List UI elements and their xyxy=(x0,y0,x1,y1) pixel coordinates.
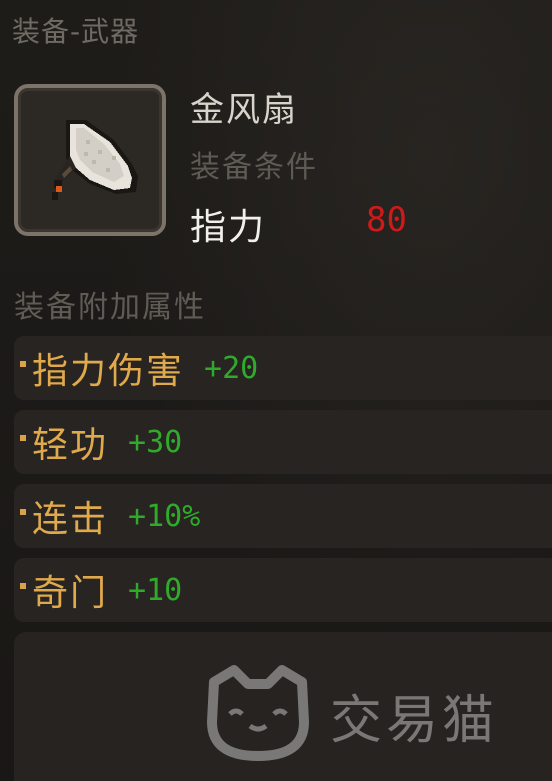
attribute-value: +10 xyxy=(128,572,183,608)
bullet-icon xyxy=(20,435,26,441)
attribute-name: 连击 xyxy=(32,499,109,540)
requirement-label: 装备条件 xyxy=(190,150,318,185)
attribute-row: 轻功 +30 xyxy=(14,410,552,474)
attribute-value: +30 xyxy=(128,424,183,460)
watermark-text: 交易猫 xyxy=(330,691,499,751)
bullet-icon xyxy=(20,509,26,515)
attribute-row: 连击 +10% xyxy=(14,484,552,548)
requirement-value: 80 xyxy=(366,200,407,240)
item-slot[interactable] xyxy=(14,84,166,236)
attributes-title: 装备附加属性 xyxy=(14,290,206,325)
attribute-name: 奇门 xyxy=(32,573,109,614)
cat-logo-icon xyxy=(207,665,309,761)
equipment-tooltip-panel: 装备-武器 金风扇 装备条件 指力 80 装备附加属性 指力伤害 +20 轻功 xyxy=(0,0,552,781)
attribute-value: +20 xyxy=(204,350,259,386)
attribute-row: 奇门 +10 xyxy=(14,558,552,622)
watermark: 交易猫 xyxy=(200,662,540,762)
attribute-name: 指力伤害 xyxy=(32,351,185,392)
item-name: 金风扇 xyxy=(190,90,298,130)
attribute-name: 轻功 xyxy=(32,425,109,466)
attribute-row: 指力伤害 +20 xyxy=(14,336,552,400)
fan-weapon-icon xyxy=(52,120,138,200)
bullet-icon xyxy=(20,361,26,367)
panel-header: 装备-武器 xyxy=(12,15,140,48)
requirement-stat: 指力 xyxy=(190,207,267,248)
attribute-value: +10% xyxy=(128,498,201,534)
bullet-icon xyxy=(20,583,26,589)
